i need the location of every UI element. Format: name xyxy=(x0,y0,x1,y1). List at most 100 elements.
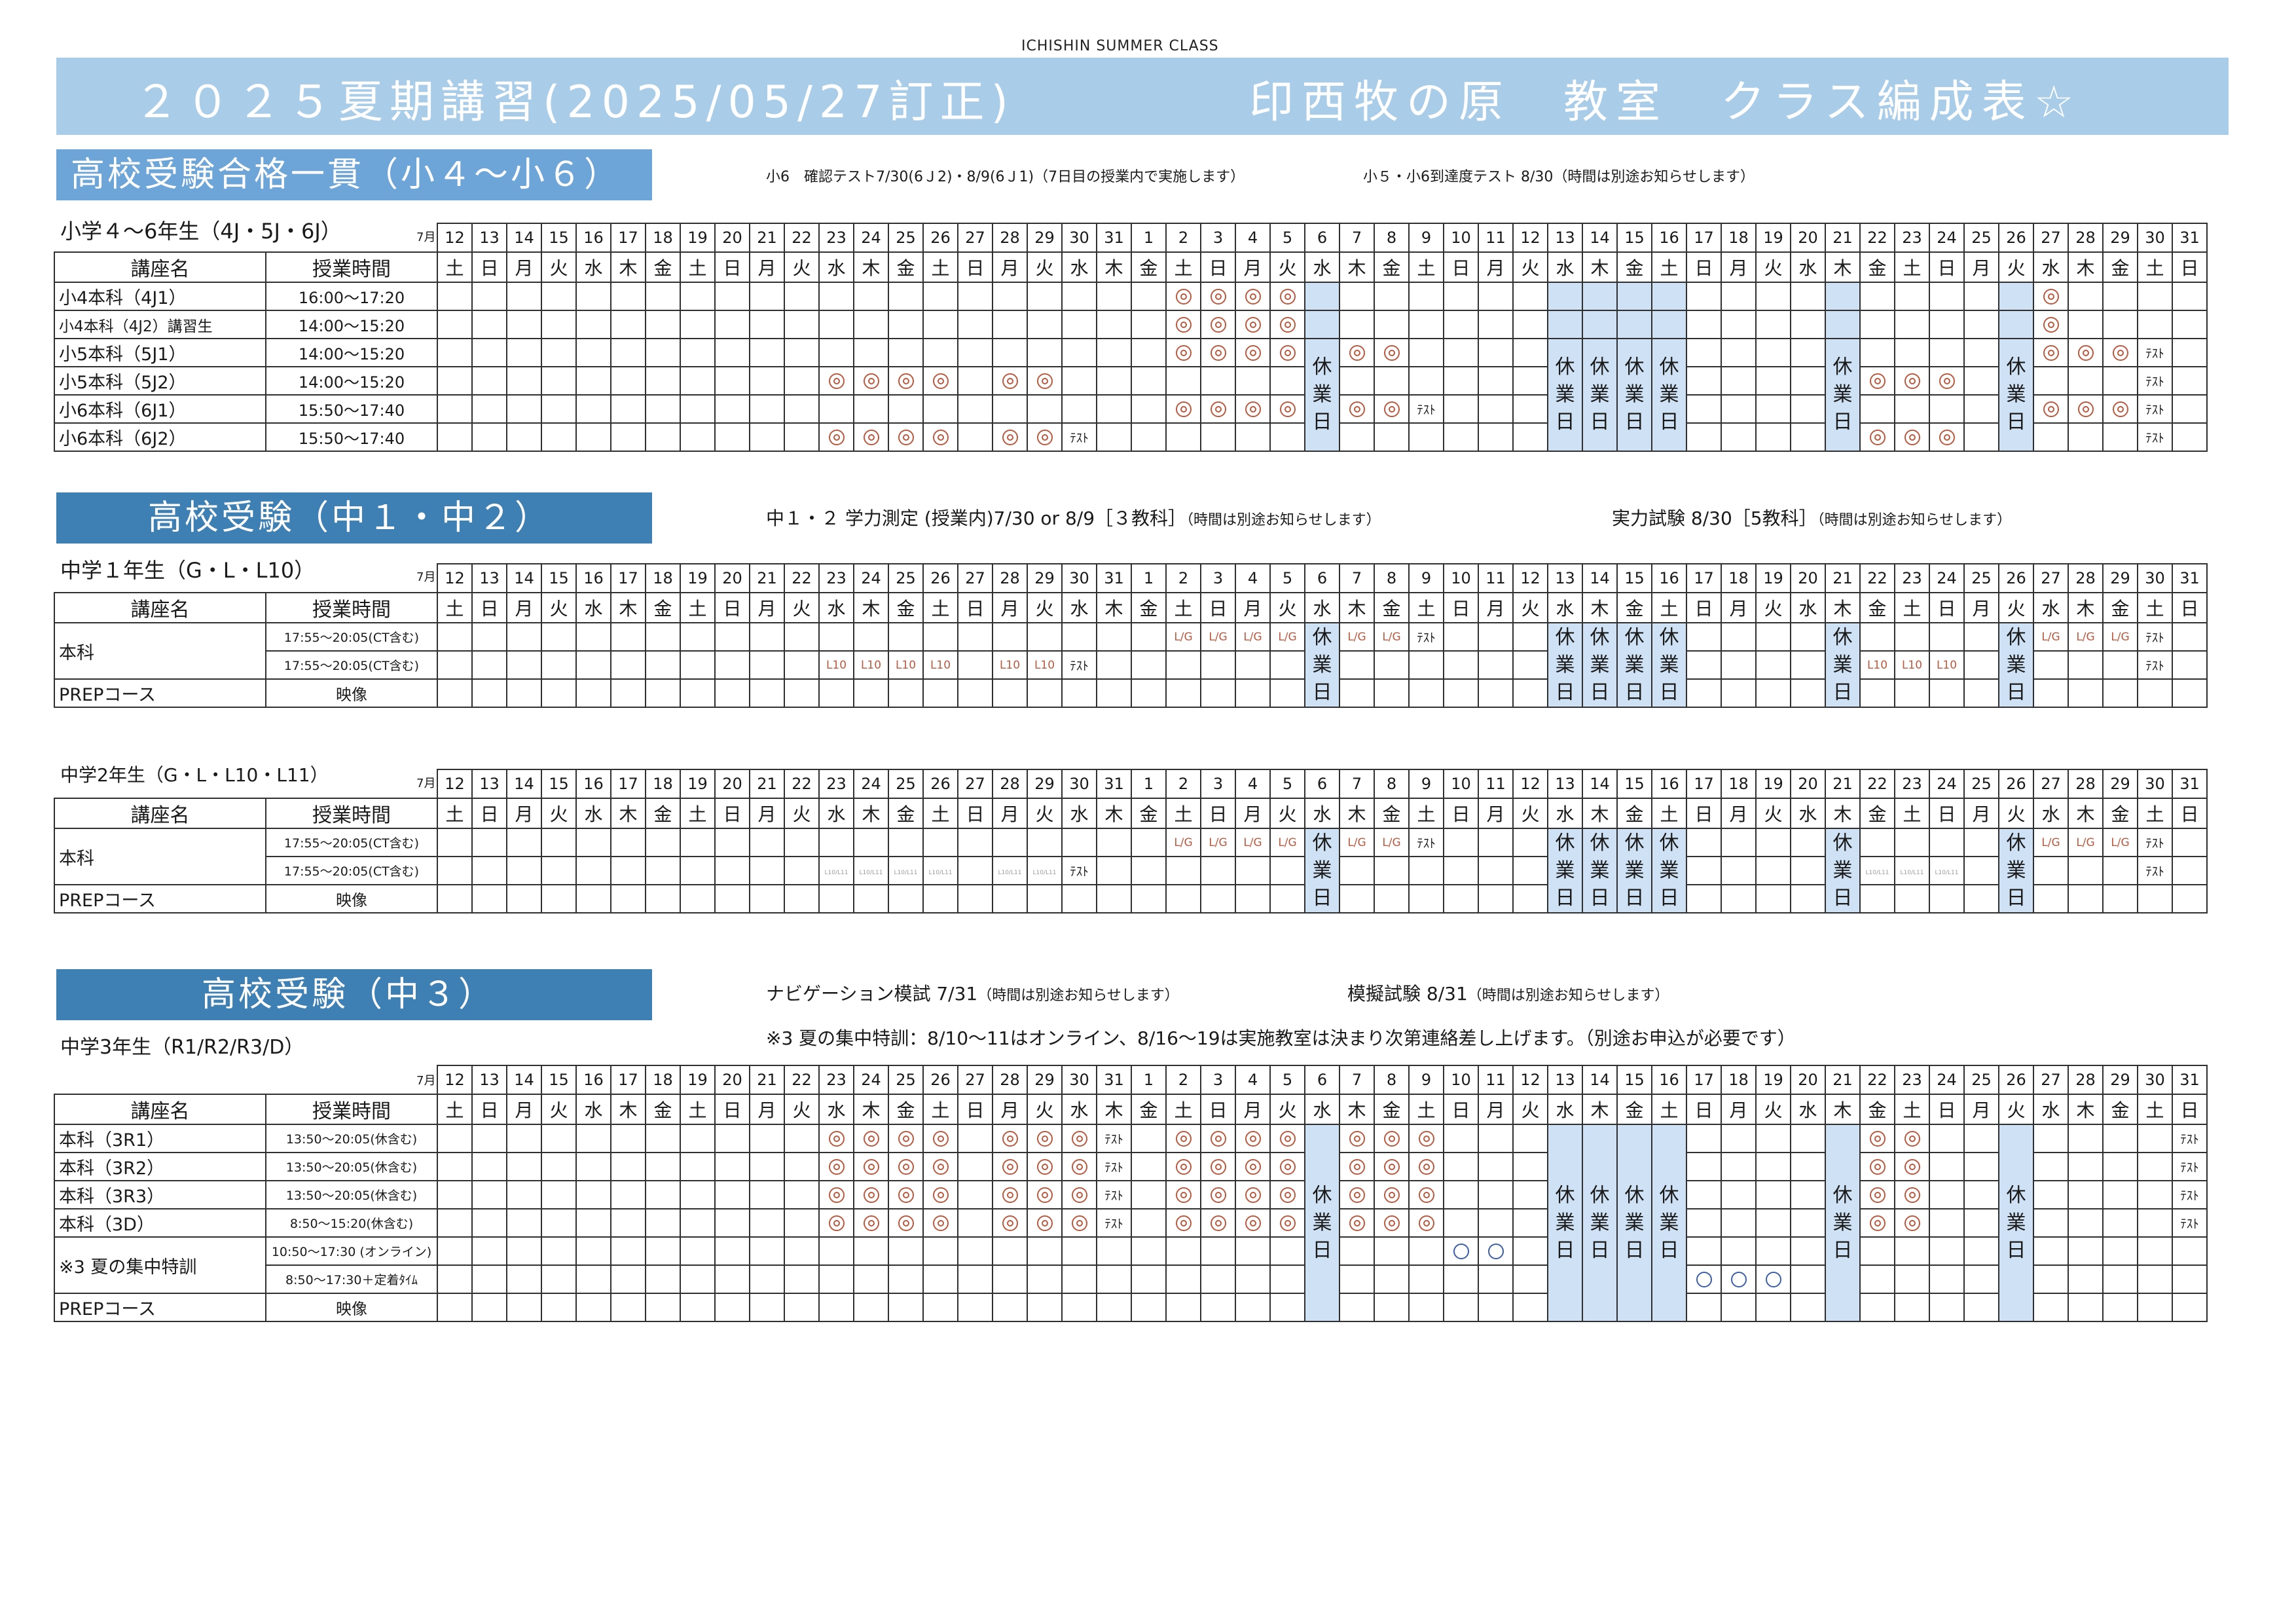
schedule-cell xyxy=(888,394,924,424)
schedule-cell xyxy=(437,394,473,424)
double-circle-mark-icon xyxy=(863,1215,879,1231)
schedule-cell: L10 xyxy=(1894,650,1930,680)
schedule-cell xyxy=(1096,650,1132,680)
day-number: 26 xyxy=(922,1065,958,1095)
schedule-cell xyxy=(1790,1293,1826,1322)
schedule-cell xyxy=(2068,394,2104,424)
weekday-cell: 月 xyxy=(749,1094,785,1125)
double-circle-mark-icon xyxy=(2077,401,2094,417)
schedule-cell xyxy=(992,1152,1028,1181)
day-number: 20 xyxy=(714,223,750,253)
schedule-cell xyxy=(1721,856,1757,885)
day-number: 26 xyxy=(1998,223,2034,253)
schedule-cell xyxy=(1131,1152,1167,1181)
double-circle-mark-icon xyxy=(828,429,845,445)
schedule-cell: L/G xyxy=(1235,828,1271,857)
double-circle-mark-icon xyxy=(932,1187,949,1203)
weekday-cell: 日 xyxy=(1443,1094,1479,1125)
schedule-cell xyxy=(714,1293,750,1322)
schedule-cell xyxy=(1061,338,1097,367)
day-number: 8 xyxy=(1374,223,1410,253)
schedule-cell xyxy=(2137,1208,2173,1238)
schedule-cell xyxy=(818,1208,854,1238)
open-circle-mark-icon xyxy=(1453,1243,1469,1259)
day-number: 12 xyxy=(437,769,473,799)
schedule-cell xyxy=(1443,338,1479,367)
schedule-cell xyxy=(1512,366,1548,396)
schedule-cell xyxy=(784,856,820,885)
schedule-cell xyxy=(1235,1152,1271,1181)
schedule-cell xyxy=(575,1180,611,1209)
weekday-cell: 水 xyxy=(575,1094,611,1125)
schedule-cell xyxy=(1686,1124,1722,1153)
schedule-cell xyxy=(818,1152,854,1181)
open-circle-mark-icon xyxy=(1487,1243,1504,1259)
schedule-cell xyxy=(1894,282,1930,311)
schedule-cell: ﾃｽﾄ xyxy=(2137,856,2173,885)
schedule-cell xyxy=(437,650,473,680)
class-time: 15:50～17:40 xyxy=(265,394,438,424)
schedule-cell xyxy=(1200,1180,1236,1209)
schedule-cell xyxy=(2068,884,2104,913)
schedule-cell xyxy=(1755,282,1791,311)
schedule-cell xyxy=(506,422,542,452)
day-number: 6 xyxy=(1304,563,1340,593)
schedule-cell xyxy=(506,1293,542,1322)
weekday-cell: 土 xyxy=(2137,592,2173,623)
schedule-cell xyxy=(714,828,750,857)
weekday-cell: 木 xyxy=(1096,592,1132,623)
schedule-cell xyxy=(1096,338,1132,367)
holiday-cell: 休業日 xyxy=(1651,622,1687,708)
schedule-cell xyxy=(888,1180,924,1209)
kyugyo-label: 休業日 xyxy=(1312,356,1332,434)
kyugyo-label: 休業日 xyxy=(1624,356,1645,434)
schedule-cell xyxy=(1963,678,1999,708)
weekday-cell: 土 xyxy=(922,798,958,829)
class-time: 8:50～15:20(休含む) xyxy=(265,1208,438,1238)
schedule-cell xyxy=(680,856,716,885)
schedule-cell xyxy=(1200,394,1236,424)
weekday-cell: 金 xyxy=(1131,798,1167,829)
schedule-cell xyxy=(853,1236,889,1266)
schedule-cell xyxy=(1096,394,1132,424)
weekday-cell: 土 xyxy=(437,1094,473,1125)
schedule-cell xyxy=(957,1264,993,1294)
schedule-cell xyxy=(1963,828,1999,857)
schedule-cell: L/G xyxy=(1374,622,1410,652)
schedule-cell xyxy=(1339,338,1375,367)
schedule-cell xyxy=(1200,884,1236,913)
weekday-cell: 火 xyxy=(1027,798,1063,829)
schedule-cell xyxy=(1374,422,1410,452)
schedule-cell xyxy=(1859,338,1895,367)
schedule-cell xyxy=(2033,282,2069,311)
weekday-cell: 土 xyxy=(1894,592,1930,623)
schedule-cell xyxy=(1165,1152,1201,1181)
day-number: 17 xyxy=(1686,1065,1722,1095)
schedule-cell xyxy=(1200,856,1236,885)
double-circle-mark-icon xyxy=(1383,344,1400,361)
schedule-cell xyxy=(992,366,1028,396)
day-number: 17 xyxy=(1686,563,1722,593)
weekday-cell: 日 xyxy=(2172,1094,2208,1125)
double-circle-mark-icon xyxy=(1383,1215,1400,1231)
schedule-cell xyxy=(1027,1293,1063,1322)
schedule-cell xyxy=(1443,828,1479,857)
course-name: PREPコース xyxy=(54,884,266,913)
day-number: 1 xyxy=(1131,769,1167,799)
kyugyo-label: 休業日 xyxy=(1312,831,1332,910)
schedule-cell xyxy=(680,1152,716,1181)
weekday-cell: 日 xyxy=(957,251,993,283)
schedule-cell xyxy=(1443,1152,1479,1181)
lg-mark: L/G xyxy=(1243,630,1262,644)
holiday-cell: 休業日 xyxy=(1616,828,1652,913)
section2-note2-main: 実力試験 8/30［5教科］ xyxy=(1612,507,1817,529)
schedule-cell xyxy=(1269,394,1305,424)
holiday-cell: 休業日 xyxy=(1304,1124,1340,1322)
schedule-cell xyxy=(1686,394,1722,424)
holiday-cell: 休業日 xyxy=(1651,828,1687,913)
schedule-cell xyxy=(680,650,716,680)
double-circle-mark-icon xyxy=(1245,1158,1261,1175)
day-number: 7 xyxy=(1339,223,1375,253)
schedule-cell xyxy=(888,366,924,396)
schedule-cell xyxy=(2102,1293,2138,1322)
